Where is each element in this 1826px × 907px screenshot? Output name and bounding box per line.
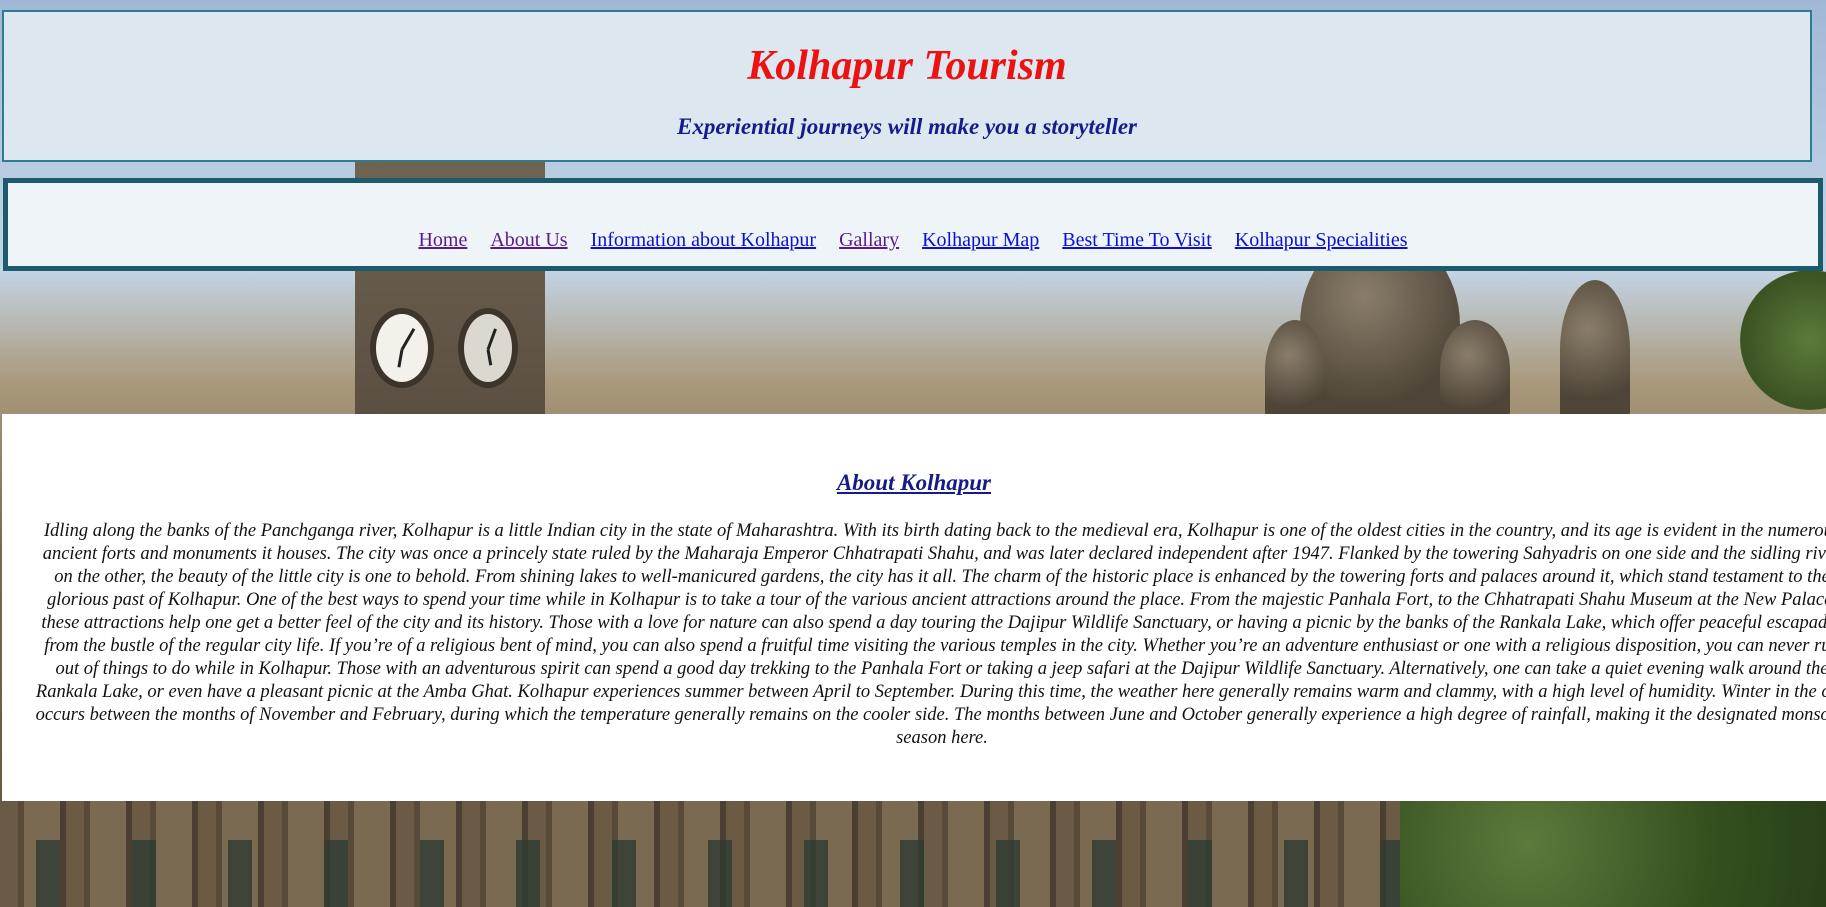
palace-dome-small-image bbox=[1440, 320, 1510, 420]
palace-spire-image bbox=[1560, 280, 1630, 420]
site-tagline: Experiential journeys will make you a st… bbox=[677, 114, 1137, 139]
nav-links: Home About Us Information about Kolhapur… bbox=[8, 229, 1818, 252]
site-header: Kolhapur Tourism Experiential journeys w… bbox=[2, 10, 1812, 162]
main-navigation: Home About Us Information about Kolhapur… bbox=[3, 178, 1823, 271]
nav-link-best-time[interactable]: Best Time To Visit bbox=[1062, 229, 1212, 251]
nav-link-information[interactable]: Information about Kolhapur bbox=[591, 229, 817, 251]
palm-tree-image bbox=[1740, 270, 1826, 410]
nav-link-home[interactable]: Home bbox=[418, 229, 467, 251]
facade-windows bbox=[0, 840, 1400, 907]
clock-face-left-image bbox=[370, 308, 434, 388]
about-heading: About Kolhapur bbox=[836, 470, 992, 495]
trees-image bbox=[1400, 800, 1826, 907]
nav-link-gallery[interactable]: Gallary bbox=[839, 229, 899, 251]
about-section: About Kolhapur Idling along the banks of… bbox=[2, 414, 1826, 801]
nav-link-map[interactable]: Kolhapur Map bbox=[922, 229, 1039, 251]
about-paragraph: Idling along the banks of the Panchganga… bbox=[35, 521, 1826, 748]
page-background: Kolhapur Tourism Experiential journeys w… bbox=[0, 0, 1826, 907]
nav-link-specialities[interactable]: Kolhapur Specialities bbox=[1235, 229, 1408, 251]
palace-dome-left-image bbox=[1265, 320, 1325, 420]
site-title: Kolhapur Tourism bbox=[747, 43, 1067, 89]
nav-link-about-us[interactable]: About Us bbox=[490, 229, 567, 251]
clock-face-right-image bbox=[458, 308, 518, 388]
